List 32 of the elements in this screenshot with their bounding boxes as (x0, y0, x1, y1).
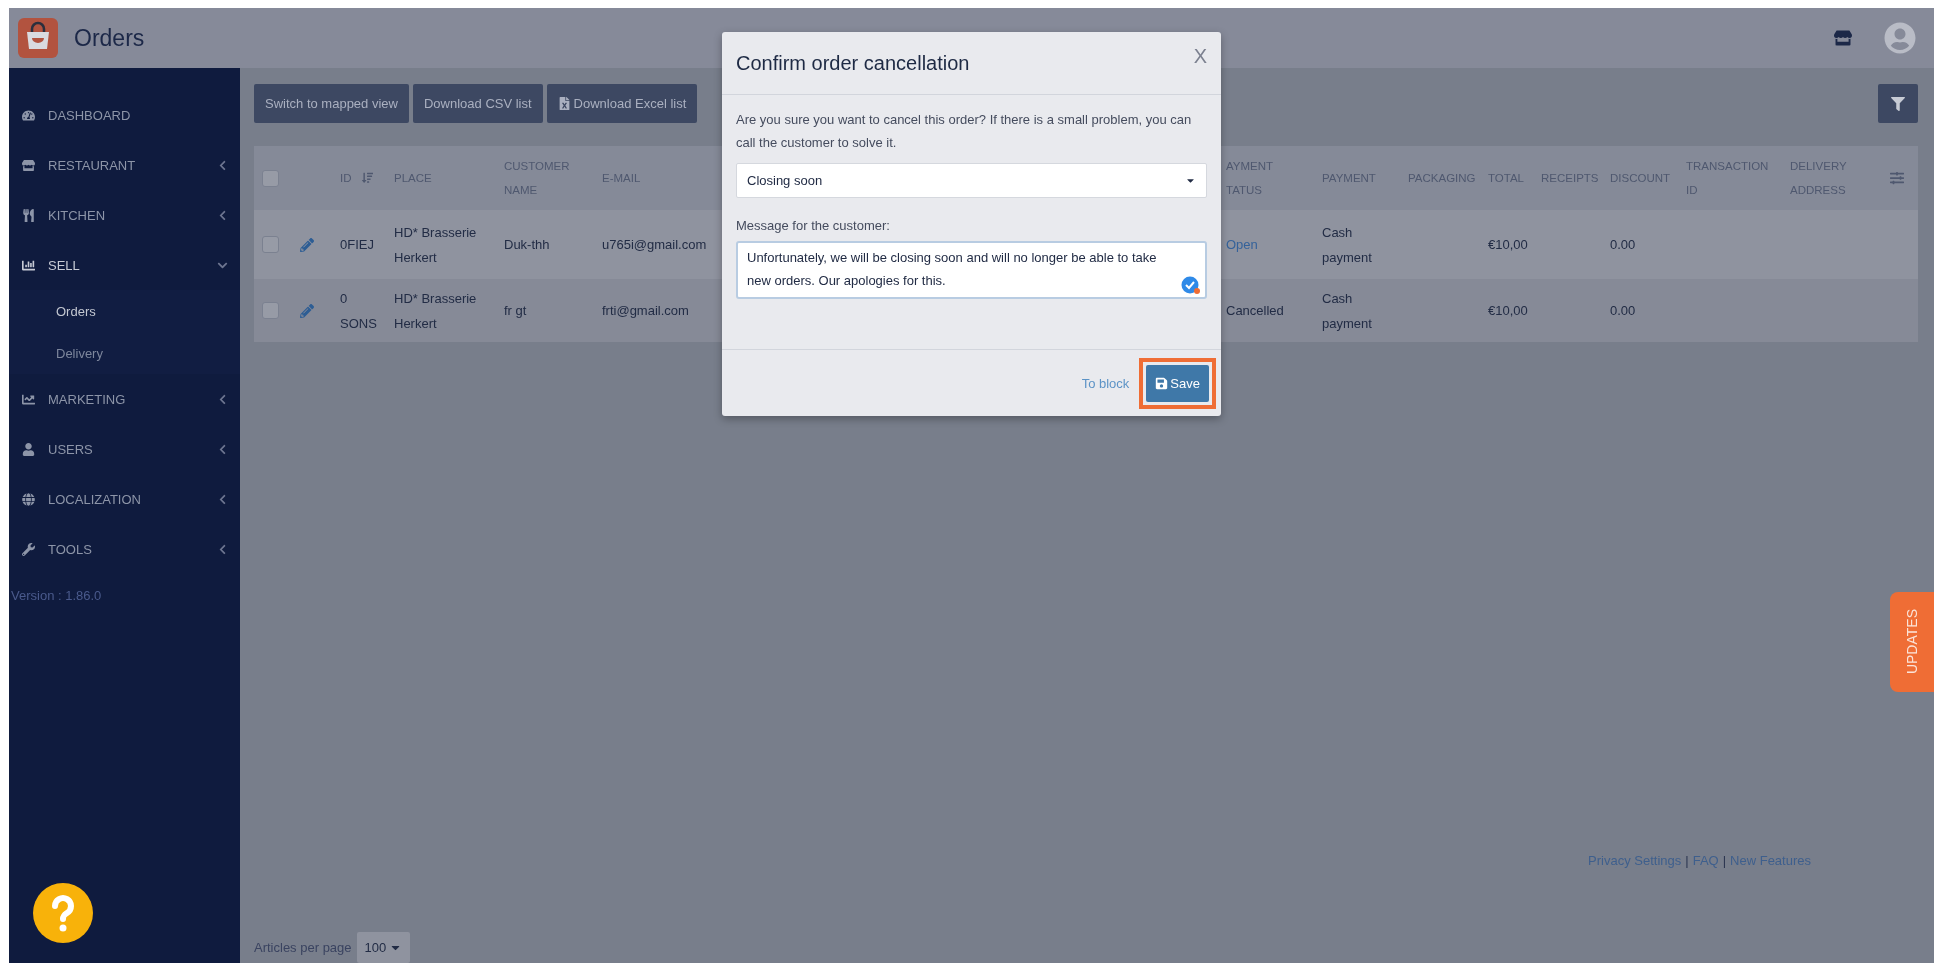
table-cell-text: frti@gmail.com (602, 302, 689, 320)
table-cell-text: 0.00 (1610, 236, 1636, 254)
separator: | (1685, 853, 1689, 868)
table-cell-text: HD* Brasserie Herkert (394, 289, 478, 333)
table-cell-text: u765i@gmail.com (602, 236, 707, 254)
table-cell-text: 0 SONS (340, 289, 378, 333)
dialog-message: Are you sure you want to cancel this order? If there is a small problem, you can call the customer to solve it. (736, 111, 1193, 152)
updates-label: UPDATES (1904, 609, 1920, 675)
sidebar-label: MARKETING (48, 391, 127, 407)
table-cell-text: 0FIEJ (340, 236, 374, 254)
sidebar-label: SELL (48, 257, 81, 273)
pager-label: Articles per page (254, 940, 352, 955)
table-cell-text: Cancelled (1226, 302, 1284, 320)
version-text: Version : 1.86.0 (10, 587, 103, 603)
table-cell-text: €10,00 (1488, 302, 1528, 320)
separator: | (1722, 853, 1727, 868)
sidebar-label: KITCHEN (48, 207, 107, 223)
table-cell-text: fr gt (504, 302, 527, 320)
sidebar-label: TOOLS (48, 541, 93, 557)
sidebar-label: DASHBOARD (48, 107, 132, 123)
field-label: Message for the customer: (736, 218, 891, 233)
table-cell-text: 0.00 (1610, 302, 1636, 320)
table-cell-text: HD* Brasserie Herkert (394, 223, 478, 267)
table-cell-text: Cash payment (1322, 289, 1373, 333)
page-title: Orders (74, 24, 146, 52)
table-cell-text: Duk-thh (504, 236, 550, 254)
sidebar-label: USERS (48, 441, 94, 457)
dialog-title: Confirm order cancellation (736, 51, 971, 75)
sidebar-label: RESTAURANT (48, 157, 137, 173)
table-cell-text: €10,00 (1488, 236, 1528, 254)
sidebar-label: LOCALIZATION (48, 491, 142, 507)
table-cell-text: Cash payment (1322, 223, 1373, 267)
